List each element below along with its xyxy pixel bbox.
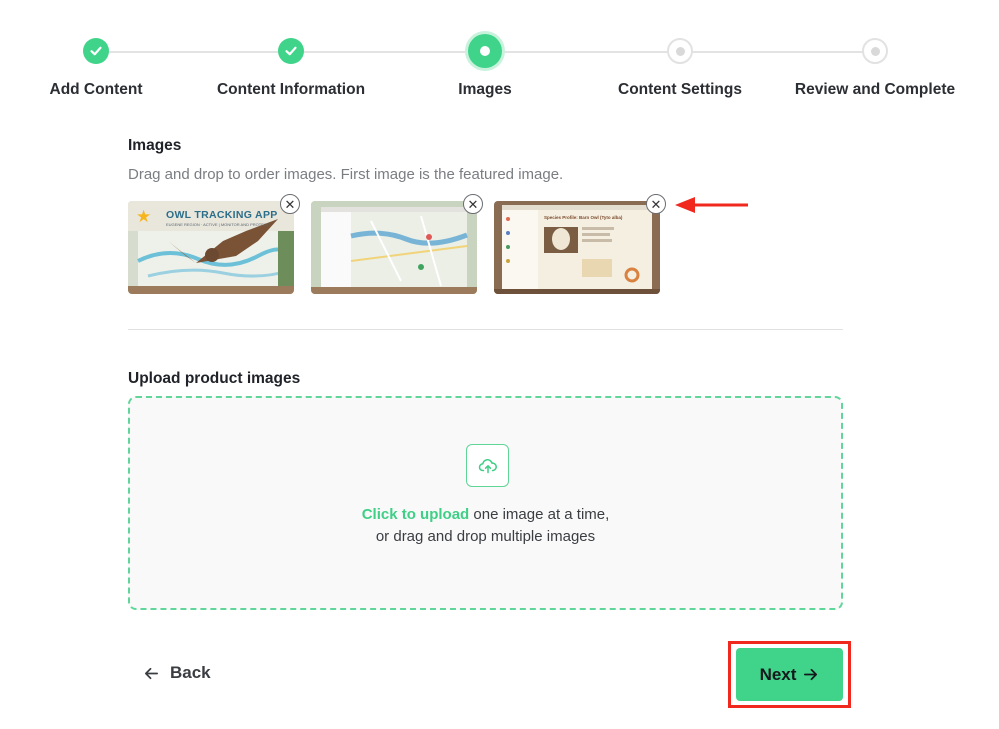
image-thumbnail[interactable] bbox=[311, 201, 477, 294]
step-content-settings[interactable]: Content Settings bbox=[570, 0, 790, 110]
thumbnail-caption-subtitle: EUGENE REGION · ACTIVE | MONITOR AND PRO… bbox=[166, 222, 270, 227]
image-thumbnail-list: ★ OWL TRACKING APP EUGENE REGION · ACTIV… bbox=[128, 194, 668, 294]
pending-step-icon bbox=[667, 38, 693, 64]
step-add-content[interactable]: Add Content bbox=[0, 0, 206, 110]
step-label: Content Settings bbox=[618, 81, 742, 98]
upload-section-title: Upload product images bbox=[128, 370, 301, 387]
click-to-upload-link[interactable]: Click to upload bbox=[362, 506, 470, 523]
thumbnail-caption-title: OWL TRACKING APP bbox=[166, 209, 278, 221]
dropzone-instructions: Click to upload one image at a time, or … bbox=[130, 504, 841, 548]
back-button-label: Back bbox=[170, 663, 211, 682]
step-review-and-complete[interactable]: Review and Complete bbox=[765, 0, 985, 110]
progress-stepper: Add Content Content Information Images C… bbox=[0, 0, 999, 110]
remove-image-button[interactable]: ✕ bbox=[646, 194, 666, 214]
image-thumbnail[interactable]: Species Profile: Barn Owl (Tyto alba) bbox=[494, 201, 660, 294]
current-step-icon bbox=[468, 34, 502, 68]
step-label: Content Information bbox=[216, 81, 366, 98]
step-content-information[interactable]: Content Information bbox=[181, 0, 401, 110]
arrow-right-icon bbox=[804, 668, 818, 681]
annotation-arrow-icon bbox=[675, 197, 748, 213]
dropzone-text-line2: or drag and drop multiple images bbox=[375, 528, 596, 545]
arrow-left-icon bbox=[144, 667, 159, 679]
dropzone-text-line1: one image at a time, bbox=[469, 506, 610, 523]
featured-star-icon: ★ bbox=[136, 207, 152, 226]
image-dropzone[interactable]: Click to upload one image at a time, or … bbox=[128, 396, 843, 610]
pending-step-icon bbox=[862, 38, 888, 64]
check-icon bbox=[83, 38, 109, 64]
next-button[interactable]: Next bbox=[736, 648, 843, 701]
thumbnail-caption-title: Species Profile: Barn Owl (Tyto alba) bbox=[544, 215, 623, 220]
next-button-label: Next bbox=[759, 664, 797, 684]
step-images[interactable]: Images bbox=[375, 0, 595, 110]
back-button[interactable]: Back bbox=[143, 663, 211, 683]
images-section-title: Images bbox=[128, 137, 182, 154]
remove-image-button[interactable]: ✕ bbox=[463, 194, 483, 214]
cloud-upload-icon bbox=[478, 458, 497, 473]
image-thumbnail[interactable]: ★ OWL TRACKING APP EUGENE REGION · ACTIV… bbox=[128, 201, 294, 294]
upload-button[interactable] bbox=[466, 444, 509, 487]
images-hint: Drag and drop to order images. First ima… bbox=[128, 166, 564, 183]
step-label: Review and Complete bbox=[794, 81, 956, 98]
thumbnail-image bbox=[311, 201, 477, 294]
step-label: Add Content bbox=[49, 81, 143, 98]
step-label: Images bbox=[458, 81, 512, 98]
section-divider bbox=[128, 329, 843, 330]
remove-image-button[interactable]: ✕ bbox=[280, 194, 300, 214]
check-icon bbox=[278, 38, 304, 64]
